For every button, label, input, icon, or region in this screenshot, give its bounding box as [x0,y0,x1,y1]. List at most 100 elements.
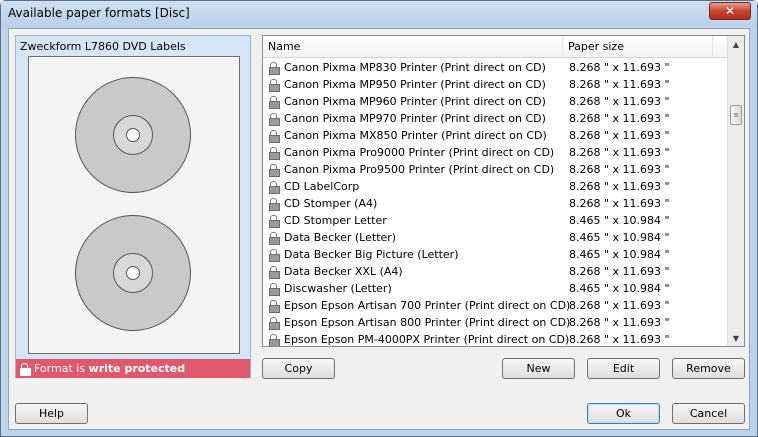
lock-icon [20,363,31,376]
lock-icon [269,181,280,194]
format-name: Canon Pixma MX850 Printer (Print direct … [284,129,547,142]
format-name-cell: Canon Pixma MP950 Printer (Print direct … [269,76,546,93]
list-item[interactable]: CD LabelCorp 8.268 " x 11.693 " [263,178,729,195]
format-name: CD LabelCorp [284,180,360,193]
paper-size-cell: 8.268 " x 11.693 " [569,316,670,329]
format-name-cell: CD Stomper Letter [269,212,387,229]
close-button[interactable]: ✕ [709,2,751,20]
paper-size-cell: 8.268 " x 11.693 " [569,163,670,176]
list-item[interactable]: Canon Pixma MX850 Printer (Print direct … [263,127,729,144]
format-name: Data Becker Big Picture (Letter) [284,248,459,261]
column-header-name[interactable]: Name [263,36,563,58]
list-item[interactable]: Canon Pixma Pro9500 Printer (Print direc… [263,161,729,178]
format-name-cell: Canon Pixma MP830 Printer (Print direct … [269,59,546,76]
format-name-cell: Canon Pixma MP970 Printer (Print direct … [269,110,546,127]
format-name-cell: Data Becker XXL (A4) [269,263,403,280]
format-name-cell: Data Becker Big Picture (Letter) [269,246,459,263]
format-name: Data Becker (Letter) [284,231,397,244]
remove-button[interactable]: Remove [672,358,745,379]
lock-icon [269,79,280,92]
disc-label-top [75,77,191,193]
format-name: Canon Pixma MP950 Printer (Print direct … [284,78,546,91]
list-item[interactable]: Data Becker Big Picture (Letter) 8.465 " … [263,246,729,263]
cancel-button[interactable]: Cancel [672,403,745,424]
list-item[interactable]: Canon Pixma MP950 Printer (Print direct … [263,76,729,93]
list-item[interactable]: Epson Epson Artisan 800 Printer (Print d… [263,314,729,331]
paper-size-cell: 8.268 " x 11.693 " [569,197,670,210]
vertical-scrollbar[interactable]: ▲ ≡ ▼ [727,36,744,346]
new-button[interactable]: New [502,358,575,379]
format-name: Canon Pixma MP830 Printer (Print direct … [284,61,546,74]
format-name: Discwasher (Letter) [284,282,392,295]
lock-icon [269,283,280,296]
lock-icon [269,215,280,228]
format-name-cell: Canon Pixma MP960 Printer (Print direct … [269,93,546,110]
title-bar[interactable]: Available paper formats [Disc] ✕ [1,1,757,27]
format-name: Canon Pixma MP960 Printer (Print direct … [284,95,546,108]
format-name: Canon Pixma Pro9500 Printer (Print direc… [284,163,555,176]
copy-button[interactable]: Copy [262,358,335,379]
format-name: CD Stomper (A4) [284,197,378,210]
lock-icon [269,96,280,109]
label-sheet-preview [28,56,240,354]
list-item[interactable]: Canon Pixma MP970 Printer (Print direct … [263,110,729,127]
list-item[interactable]: Canon Pixma MP960 Printer (Print direct … [263,93,729,110]
list-item[interactable]: Discwasher (Letter) 8.465 " x 10.984 " [263,280,729,297]
ok-button[interactable]: Ok [587,403,660,424]
lock-icon [269,164,280,177]
format-name-cell: Discwasher (Letter) [269,280,392,297]
format-name-cell: Canon Pixma Pro9000 Printer (Print direc… [269,144,554,161]
column-header-paper-size[interactable]: Paper size [563,36,713,58]
paper-size-cell: 8.268 " x 11.693 " [569,129,670,142]
paper-size-cell: 8.465 " x 10.984 " [569,282,670,295]
paper-size-cell: 8.465 " x 10.984 " [569,248,670,261]
format-name-cell: Canon Pixma Pro9500 Printer (Print direc… [269,161,554,178]
help-button[interactable]: Help [15,403,88,424]
lock-icon [269,334,280,346]
paper-format-list[interactable]: Name Paper size Canon Pixma MP830 Printe… [262,35,745,347]
scroll-thumb[interactable]: ≡ [730,105,742,125]
list-item[interactable]: Epson Epson PM-4000PX Printer (Print dir… [263,331,729,346]
paper-size-cell: 8.268 " x 11.693 " [569,333,670,346]
lock-icon [269,130,280,143]
list-item[interactable]: Canon Pixma Pro9000 Printer (Print direc… [263,144,729,161]
lock-icon [269,317,280,330]
write-protected-status: Format is write protected [16,359,250,378]
format-preview-panel: Zweckform L7860 DVD Labels Format is wri… [15,35,251,378]
format-name: Epson Epson Artisan 800 Printer (Print d… [284,316,571,329]
paper-size-cell: 8.268 " x 11.693 " [569,61,670,74]
list-item[interactable]: Data Becker (Letter) 8.465 " x 10.984 " [263,229,729,246]
list-item[interactable]: CD Stomper (A4) 8.268 " x 11.693 " [263,195,729,212]
format-name: Epson Epson PM-4000PX Printer (Print dir… [284,333,570,346]
scroll-down-arrow-icon[interactable]: ▼ [728,330,744,346]
scroll-up-arrow-icon[interactable]: ▲ [728,36,744,52]
status-prefix: Format is [34,362,86,375]
dialog-client-area: Zweckform L7860 DVD Labels Format is wri… [8,28,750,430]
lock-icon [269,62,280,75]
paper-size-cell: 8.268 " x 11.693 " [569,112,670,125]
format-name: CD Stomper Letter [284,214,387,227]
preview-title: Zweckform L7860 DVD Labels [20,40,186,53]
edit-button[interactable]: Edit [587,358,660,379]
list-header: Name Paper size [263,36,729,58]
list-item[interactable]: CD Stomper Letter 8.465 " x 10.984 " [263,212,729,229]
dialog-window: Available paper formats [Disc] ✕ Zweckfo… [0,0,758,437]
list-item[interactable]: Epson Epson Artisan 700 Printer (Print d… [263,297,729,314]
format-name: Canon Pixma MP970 Printer (Print direct … [284,112,546,125]
format-name-cell: Epson Epson Artisan 700 Printer (Print d… [269,297,570,314]
format-name-cell: Epson Epson Artisan 800 Printer (Print d… [269,314,570,331]
paper-size-cell: 8.465 " x 10.984 " [569,214,670,227]
window-title: Available paper formats [Disc] [8,6,190,20]
paper-size-cell: 8.268 " x 11.693 " [569,146,670,159]
list-item[interactable]: Data Becker XXL (A4) 8.268 " x 11.693 " [263,263,729,280]
format-name-cell: Data Becker (Letter) [269,229,396,246]
lock-icon [269,147,280,160]
list-item[interactable]: Canon Pixma MP830 Printer (Print direct … [263,59,729,76]
format-name: Canon Pixma Pro9000 Printer (Print direc… [284,146,555,159]
list-rows: Canon Pixma MP830 Printer (Print direct … [263,59,729,346]
paper-size-cell: 8.268 " x 11.693 " [569,78,670,91]
lock-icon [269,232,280,245]
format-name-cell: CD Stomper (A4) [269,195,377,212]
paper-size-cell: 8.268 " x 11.693 " [569,95,670,108]
paper-size-cell: 8.268 " x 11.693 " [569,180,670,193]
